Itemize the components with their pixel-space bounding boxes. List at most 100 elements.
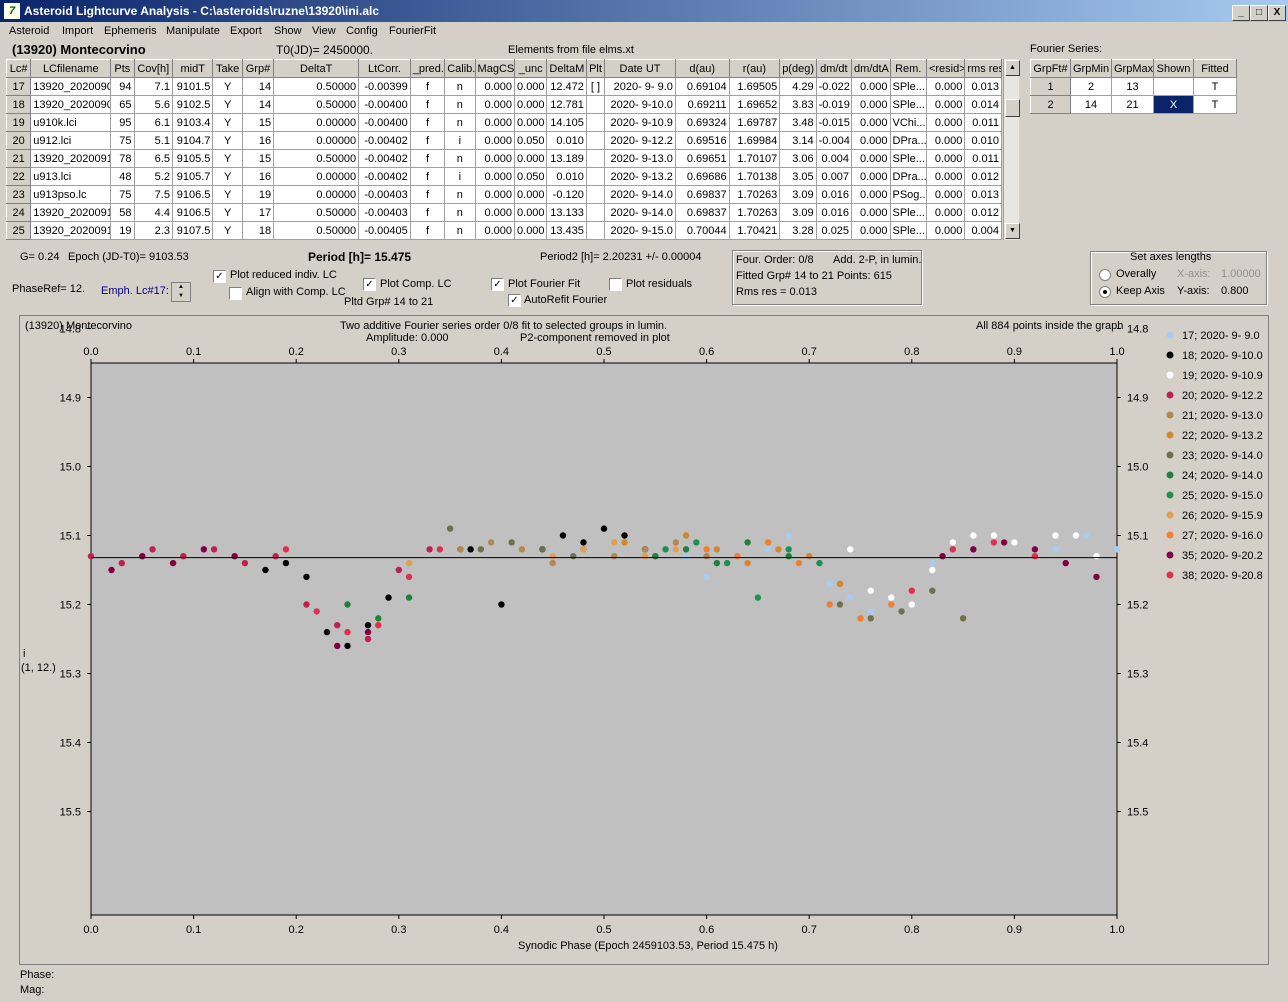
menu-fourierfit[interactable]: FourierFit — [389, 25, 436, 37]
table-cell[interactable]: 1.70263 — [728, 203, 781, 222]
table-cell[interactable]: 0.000 — [514, 149, 548, 168]
table-cell[interactable]: -0.00400 — [358, 95, 411, 114]
table-cell[interactable]: 13.189 — [546, 149, 587, 168]
table-cell[interactable]: Y — [212, 131, 243, 150]
y-axis-value[interactable]: 0.800 — [1221, 285, 1249, 297]
table-cell[interactable]: 13920_2020091 — [30, 221, 112, 240]
fourier-cell[interactable]: 13 — [1111, 77, 1154, 96]
fourier-series-table[interactable]: GrpFt# GrpMin GrpMax Shown Fitted 1 2 13 T 2 14 21… — [1030, 59, 1237, 114]
table-cell[interactable]: 3.05 — [779, 167, 817, 186]
plot-residuals-checkbox[interactable] — [609, 278, 622, 291]
table-cell[interactable]: 22 — [5, 167, 32, 186]
table-cell[interactable]: 9104.7 — [171, 131, 214, 150]
table-cell[interactable]: 0.011 — [964, 149, 1002, 168]
table-row[interactable]: 18 13920_2020090 65 5.6 9102.5 Y 14 0.50000 -0.0… — [5, 95, 1002, 114]
table-cell[interactable]: 0.000 — [925, 95, 966, 114]
table-cell[interactable]: 3.48 — [779, 113, 817, 132]
table-cell[interactable]: 0.013 — [964, 185, 1002, 204]
table-cell[interactable]: 9103.4 — [171, 113, 214, 132]
table-cell[interactable]: SPle... — [889, 221, 927, 240]
table-cell[interactable]: 3.09 — [779, 203, 817, 222]
plot-reduced-checkbox[interactable]: ✓ — [213, 270, 226, 283]
table-cell[interactable]: f — [409, 221, 446, 240]
table-cell[interactable]: n — [444, 221, 476, 240]
table-cell[interactable]: 0.000 — [514, 203, 548, 222]
table-cell[interactable]: -0.00399 — [358, 77, 411, 96]
table-cell[interactable]: 16 — [241, 167, 275, 186]
table-cell[interactable]: 0.010 — [546, 131, 587, 150]
table-cell[interactable]: 1.70138 — [728, 167, 781, 186]
table-cell[interactable]: 0.010 — [964, 131, 1002, 150]
table-cell[interactable]: 1.69652 — [728, 95, 781, 114]
table-cell[interactable]: n — [444, 95, 476, 114]
table-cell[interactable]: SPle... — [889, 203, 927, 222]
table-cell[interactable]: 2020- 9-13.2 — [604, 167, 676, 186]
table-row[interactable]: 17 13920_2020090 94 7.1 9101.5 Y 14 0.50000 -0.0… — [5, 77, 1002, 96]
table-cell[interactable]: 0.000 — [474, 149, 516, 168]
scroll-thumb[interactable] — [1005, 99, 1020, 117]
fourier-column-header[interactable]: Shown — [1153, 59, 1194, 78]
table-cell[interactable]: 0.050 — [514, 167, 548, 186]
table-cell[interactable]: 9106.5 — [171, 203, 214, 222]
table-cell[interactable]: 0.000 — [925, 203, 966, 222]
table-cell[interactable]: 20 — [5, 131, 32, 150]
column-header[interactable]: midT — [171, 59, 214, 78]
table-cell[interactable]: f — [409, 95, 446, 114]
table-cell[interactable]: -0.004 — [815, 131, 853, 150]
table-cell[interactable]: 0.000 — [474, 221, 516, 240]
table-cell[interactable]: 13920_2020090 — [30, 95, 112, 114]
table-cell[interactable]: 13.133 — [546, 203, 587, 222]
table-cell[interactable]: -0.00403 — [358, 203, 411, 222]
table-cell[interactable]: VChi... — [889, 113, 927, 132]
menu-config[interactable]: Config — [346, 25, 378, 37]
menu-import[interactable]: Import — [62, 25, 93, 37]
fourier-column-header[interactable]: Fitted — [1193, 59, 1237, 78]
table-cell[interactable]: 48 — [110, 167, 135, 186]
menu-show[interactable]: Show — [274, 25, 302, 37]
table-row[interactable]: 23 u913pso.lc 75 7.5 9106.5 Y 19 0.00000 -0.0040… — [5, 185, 1002, 204]
table-cell[interactable]: 14.105 — [546, 113, 587, 132]
table-cell[interactable]: 0.69837 — [674, 185, 730, 204]
table-cell[interactable]: 0.000 — [851, 185, 891, 204]
table-cell[interactable]: 13.435 — [546, 221, 587, 240]
table-cell[interactable]: 0.004 — [815, 149, 853, 168]
menu-asteroid[interactable]: Asteroid — [9, 25, 49, 37]
table-cell[interactable]: 0.50000 — [273, 221, 360, 240]
table-cell[interactable] — [585, 95, 606, 114]
table-cell[interactable]: 1.69505 — [728, 77, 781, 96]
table-cell[interactable]: 0.50000 — [273, 149, 360, 168]
fourier-cell[interactable]: 2 — [1030, 95, 1071, 114]
table-cell[interactable]: 0.000 — [474, 77, 516, 96]
table-cell[interactable]: 0.00000 — [273, 131, 360, 150]
table-cell[interactable]: 0.000 — [474, 95, 516, 114]
table-cell[interactable]: 17 — [241, 203, 275, 222]
table-cell[interactable]: 0.000 — [851, 131, 891, 150]
table-cell[interactable]: 9105.7 — [171, 167, 214, 186]
table-cell[interactable]: Y — [212, 149, 243, 168]
table-cell[interactable]: 94 — [110, 77, 135, 96]
fourier-column-header[interactable]: GrpMax — [1111, 59, 1154, 78]
table-cell[interactable]: 0.010 — [546, 167, 587, 186]
table-cell[interactable]: 9107.5 — [171, 221, 214, 240]
table-cell[interactable]: 19 — [241, 185, 275, 204]
table-cell[interactable]: -0.00402 — [358, 149, 411, 168]
table-cell[interactable]: 0.000 — [514, 95, 548, 114]
table-cell[interactable]: n — [444, 149, 476, 168]
table-cell[interactable]: 23 — [5, 185, 32, 204]
table-cell[interactable]: 2.3 — [133, 221, 173, 240]
table-cell[interactable]: 65 — [110, 95, 135, 114]
table-cell[interactable]: 1.69984 — [728, 131, 781, 150]
table-cell[interactable]: Y — [212, 113, 243, 132]
table-cell[interactable] — [585, 167, 606, 186]
table-cell[interactable]: 25 — [5, 221, 32, 240]
table-cell[interactable]: Y — [212, 95, 243, 114]
table-cell[interactable]: n — [444, 77, 476, 96]
table-cell[interactable]: 1.69787 — [728, 113, 781, 132]
column-header[interactable]: Plt — [585, 59, 606, 78]
fourier-cell[interactable]: 1 — [1030, 77, 1071, 96]
table-cell[interactable]: 14 — [241, 95, 275, 114]
table-cell[interactable]: 0.000 — [474, 167, 516, 186]
table-cell[interactable]: 5.2 — [133, 167, 173, 186]
table-cell[interactable]: 24 — [5, 203, 32, 222]
table-cell[interactable]: Y — [212, 77, 243, 96]
